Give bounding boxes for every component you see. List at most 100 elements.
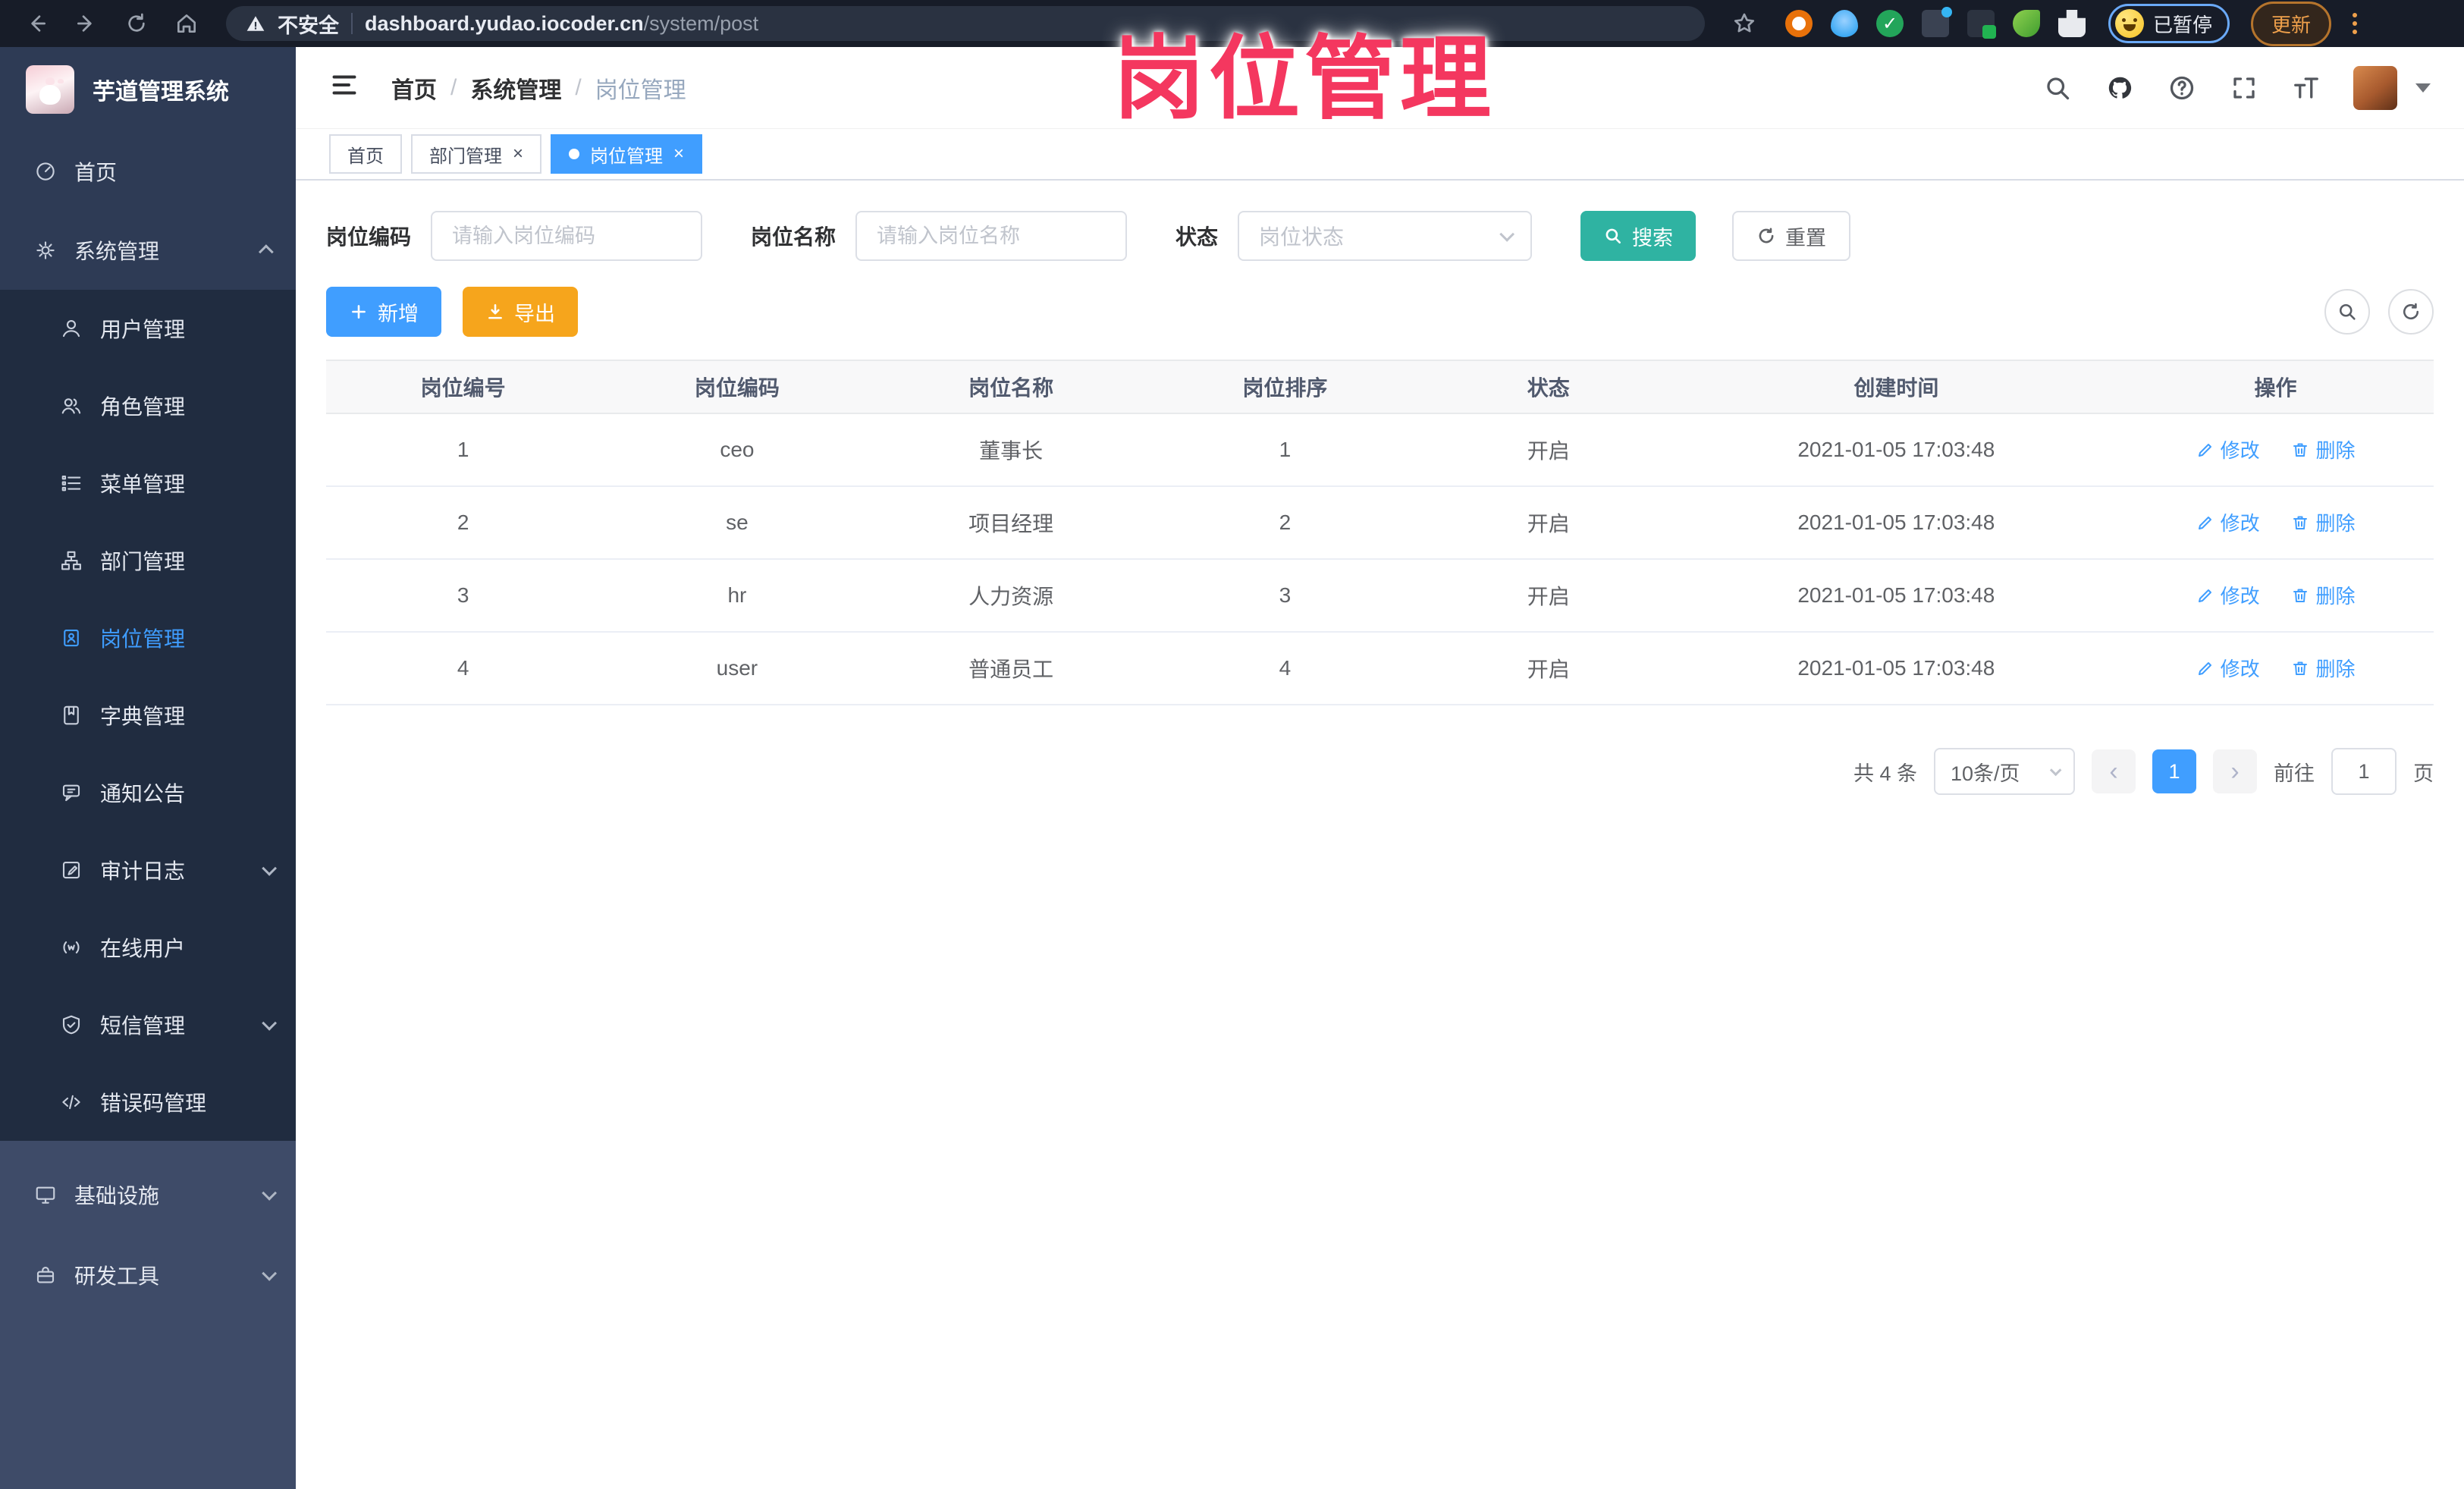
paused-extension-badge[interactable]: 已暂停 [2108, 4, 2230, 43]
delete-link[interactable]: 删除 [2291, 435, 2355, 463]
extension-capture-icon[interactable] [1967, 10, 1996, 39]
sidebar-item-infrastructure[interactable]: 基础设施 [0, 1154, 296, 1235]
tab-departments[interactable]: 部门管理 × [411, 134, 542, 174]
post-name-input[interactable] [855, 211, 1128, 261]
trash-icon [2293, 589, 2308, 602]
sidebar-item-home[interactable]: 首页 [0, 132, 296, 211]
help-icon[interactable] [2167, 73, 2197, 103]
sidebar-item-label: 角色管理 [100, 395, 186, 419]
sidebar-item-online-users[interactable]: 在线用户 [0, 909, 296, 986]
sidebar-item-roles[interactable]: 角色管理 [0, 367, 296, 445]
pencil-icon [2198, 443, 2211, 457]
tab-home[interactable]: 首页 [329, 134, 402, 174]
pagination: 共 4 条 10条/页 ‹ 1 › 前往 页 [326, 748, 2434, 795]
bookmark-star-icon[interactable] [1723, 5, 1766, 42]
paused-label: 已暂停 [2153, 13, 2213, 36]
jump-suffix: 页 [2413, 762, 2434, 785]
extension-leaf-icon[interactable] [2013, 10, 2040, 37]
page-number-1[interactable]: 1 [2152, 749, 2196, 793]
app-logo-row[interactable]: 芋道管理系统 [0, 47, 296, 132]
github-icon[interactable] [2105, 73, 2135, 103]
refresh-icon [1759, 228, 1774, 243]
cell-post-name: 普通员工 [874, 632, 1148, 705]
search-icon[interactable] [2042, 73, 2073, 103]
address-bar[interactable]: 不安全 dashboard.yudao.iocoder.cn/system/po… [226, 6, 1705, 41]
emoji-face-icon [2115, 9, 2144, 38]
filter-post-code: 岗位编码 [326, 211, 703, 261]
sidebar-item-label: 系统管理 [74, 240, 160, 263]
search-button[interactable]: 搜索 [1580, 211, 1697, 261]
sidebar-item-sms[interactable]: 短信管理 [0, 986, 296, 1063]
col-created-time: 创建时间 [1675, 360, 2118, 414]
tab-posts[interactable]: 岗位管理 × [551, 134, 703, 174]
page-size-select[interactable]: 10条/页 [1934, 748, 2075, 795]
hamburger-icon[interactable] [329, 71, 359, 104]
cell-post-sort: 1 [1147, 413, 1423, 487]
app-window: 芋道管理系统 首页 系统管理 用户管理 角色管理 菜单管理 部门管理 岗位管理 … [0, 47, 2464, 1489]
browser-update-button[interactable]: 更新 [2251, 1, 2332, 46]
close-icon[interactable]: × [673, 145, 684, 163]
forward-icon[interactable] [65, 5, 108, 42]
extension-keyboard-icon[interactable] [1922, 7, 1952, 37]
edit-link[interactable]: 修改 [2196, 581, 2260, 609]
cell-post-id: 3 [326, 559, 601, 633]
page-jump-input[interactable] [2331, 748, 2397, 795]
sidebar-item-error-codes[interactable]: 错误码管理 [0, 1063, 296, 1141]
sidebar-item-posts[interactable]: 岗位管理 [0, 599, 296, 677]
toggle-search-button[interactable] [2324, 289, 2370, 335]
col-actions: 操作 [2117, 360, 2434, 414]
edit-link[interactable]: 修改 [2196, 654, 2260, 682]
edit-link[interactable]: 修改 [2196, 508, 2260, 536]
close-icon[interactable]: × [513, 145, 523, 163]
sidebar-item-departments[interactable]: 部门管理 [0, 522, 296, 599]
extensions-puzzle-icon[interactable] [2058, 10, 2086, 37]
fullscreen-icon[interactable] [2229, 73, 2259, 103]
avatar[interactable] [2353, 65, 2397, 110]
next-page-button[interactable]: › [2213, 749, 2257, 793]
export-button[interactable]: 导出 [463, 287, 578, 337]
browser-toolbar: 不安全 dashboard.yudao.iocoder.cn/system/po… [0, 0, 2464, 47]
sidebar-item-label: 基础设施 [74, 1184, 160, 1208]
infra-icon [33, 1183, 58, 1207]
extension-orange-ring-icon[interactable] [1785, 10, 1813, 37]
posts-table: 岗位编号 岗位编码 岗位名称 岗位排序 状态 创建时间 操作 1 ceo 董事长 [326, 360, 2434, 705]
extension-blue-pin-icon[interactable] [1831, 10, 1858, 37]
cell-status: 开启 [1422, 486, 1675, 560]
reset-button[interactable]: 重置 [1732, 211, 1851, 261]
sidebar-item-notice[interactable]: 通知公告 [0, 754, 296, 831]
breadcrumb-home[interactable]: 首页 [391, 71, 437, 105]
reload-icon[interactable] [115, 5, 158, 42]
delete-link[interactable]: 删除 [2291, 581, 2355, 609]
url-path: /system/post [643, 12, 759, 35]
refresh-table-button[interactable] [2388, 289, 2434, 335]
app-header: 首页 / 系统管理 / 岗位管理 [296, 47, 2464, 129]
sidebar-item-audit-log[interactable]: 审计日志 [0, 831, 296, 909]
breadcrumb: 首页 / 系统管理 / 岗位管理 [391, 71, 686, 105]
font-size-icon[interactable] [2291, 73, 2321, 103]
gear-icon [33, 238, 58, 262]
search-icon [2339, 303, 2356, 320]
extension-green-check-icon[interactable]: ✓ [1876, 10, 1904, 37]
back-icon[interactable] [15, 5, 58, 42]
delete-link[interactable]: 删除 [2291, 654, 2355, 682]
sidebar-item-dev-tools[interactable]: 研发工具 [0, 1235, 296, 1315]
sidebar-item-menus[interactable]: 菜单管理 [0, 445, 296, 522]
status-select[interactable]: 岗位状态 [1238, 211, 1533, 261]
browser-menu-icon[interactable] [2353, 13, 2358, 34]
main-area: 首页 / 系统管理 / 岗位管理 首页 部门管理 × 岗位管理 × 岗位编码 请… [296, 47, 2464, 1489]
add-button[interactable]: 新增 [326, 287, 441, 337]
caret-down-icon[interactable] [2415, 83, 2431, 93]
user-icon [59, 316, 83, 341]
home-icon[interactable] [165, 5, 208, 42]
breadcrumb-system[interactable]: 系统管理 [470, 71, 561, 105]
sidebar-item-system[interactable]: 系统管理 [0, 211, 296, 290]
edit-link[interactable]: 修改 [2196, 435, 2260, 463]
sidebar-item-dict[interactable]: 字典管理 [0, 677, 296, 754]
post-code-label: 岗位编码 [326, 225, 412, 249]
tab-label: 岗位管理 [590, 146, 664, 167]
post-code-input[interactable] [431, 211, 703, 261]
sidebar-item-users[interactable]: 用户管理 [0, 290, 296, 367]
prev-page-button[interactable]: ‹ [2092, 749, 2136, 793]
sidebar-item-label: 错误码管理 [100, 1092, 207, 1115]
delete-link[interactable]: 删除 [2291, 508, 2355, 536]
